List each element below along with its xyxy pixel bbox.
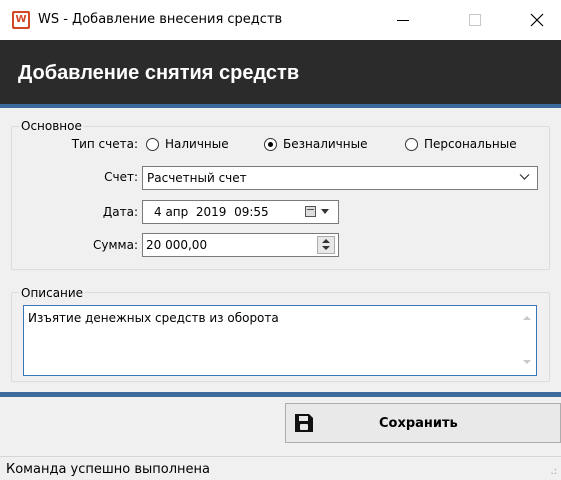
account-label: Счет: — [104, 170, 138, 184]
account-select[interactable]: Расчетный счет — [142, 166, 538, 190]
radio-circle[interactable] — [405, 138, 418, 151]
scroll-down-icon[interactable] — [523, 360, 531, 364]
description-scrollbar[interactable] — [519, 306, 536, 375]
maximize-button[interactable] — [452, 0, 498, 40]
description-value: Изъятие денежных средств из оборота — [28, 311, 279, 325]
date-picker[interactable]: 4 апр 2019 09:55 — [142, 200, 339, 224]
spin-up-icon[interactable] — [322, 239, 330, 243]
window-titlebar: W WS - Добавление внесения средств — [0, 0, 561, 40]
amount-input[interactable]: 20 000,00 — [142, 233, 339, 257]
form-title: Добавление снятия средств — [18, 62, 300, 84]
minimize-button[interactable] — [380, 0, 426, 40]
status-text: Команда успешно выполнена — [6, 462, 211, 477]
chevron-down-icon — [519, 174, 530, 180]
description-group-legend: Описание — [19, 286, 86, 300]
save-disk-icon — [295, 414, 313, 432]
description-textarea[interactable]: Изъятие денежных средств из оборота — [23, 305, 537, 376]
window-title: WS - Добавление внесения средств — [38, 12, 283, 27]
radio-cashless-label: Безналичные — [283, 137, 368, 151]
date-value: 4 апр 2019 09:55 — [154, 205, 269, 219]
save-button[interactable]: Сохранить — [285, 403, 561, 443]
basic-group-legend: Основное — [19, 119, 84, 133]
spin-down-icon[interactable] — [322, 246, 330, 250]
radio-circle-checked[interactable] — [264, 138, 277, 151]
status-bar: Команда успешно выполнена .: — [0, 456, 561, 480]
amount-spinner[interactable] — [317, 236, 335, 254]
radio-personal-label: Персональные — [424, 137, 517, 151]
radio-circle[interactable] — [146, 138, 159, 151]
save-button-label: Сохранить — [379, 416, 458, 431]
dropdown-arrow-icon[interactable] — [321, 209, 329, 214]
form-header: Добавление снятия средств — [0, 40, 561, 108]
minimize-icon — [397, 20, 409, 21]
account-select-value: Расчетный счет — [147, 171, 247, 185]
app-icon: W — [12, 11, 30, 29]
maximize-icon — [469, 14, 481, 26]
footer-separator — [0, 392, 561, 397]
calendar-icon[interactable] — [305, 206, 316, 217]
date-label: Дата: — [102, 205, 138, 219]
amount-label: Сумма: — [93, 238, 138, 252]
amount-value: 20 000,00 — [146, 238, 208, 252]
scroll-up-icon[interactable] — [523, 316, 531, 320]
account-type-label: Тип счета: — [71, 137, 138, 151]
close-button[interactable] — [514, 0, 560, 40]
radio-cash-label: Наличные — [165, 137, 229, 151]
close-icon — [530, 13, 544, 27]
resize-grip-icon[interactable]: .: — [550, 466, 557, 477]
